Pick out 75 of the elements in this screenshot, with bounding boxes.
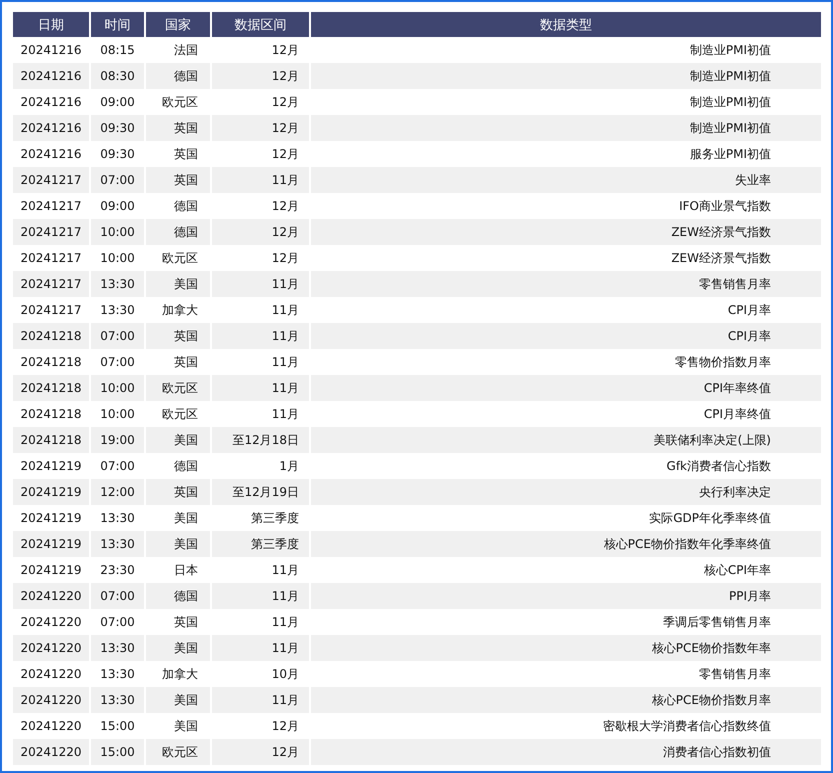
table-cell: 德国 [146, 219, 212, 245]
table-cell: 20241216 [13, 63, 91, 89]
column-header: 时间 [91, 12, 146, 37]
table-cell: 美国 [146, 687, 212, 713]
table-cell: 央行利率决定 [311, 479, 823, 505]
table-cell: PPI月率 [311, 583, 823, 609]
table-cell: 失业率 [311, 167, 823, 193]
table-cell: 15:00 [91, 739, 146, 765]
table-cell: 10:00 [91, 219, 146, 245]
table-cell: 13:30 [91, 531, 146, 557]
column-header: 数据区间 [212, 12, 311, 37]
table-cell: CPI年率终值 [311, 375, 823, 401]
table-cell: 20241220 [13, 687, 91, 713]
table-cell: 英国 [146, 479, 212, 505]
table-cell: 20241220 [13, 583, 91, 609]
table-cell: 20241220 [13, 739, 91, 765]
table-cell: 至12月19日 [212, 479, 311, 505]
table-cell: 13:30 [91, 687, 146, 713]
table-cell: 07:00 [91, 167, 146, 193]
table-cell: 德国 [146, 583, 212, 609]
table-cell: 欧元区 [146, 739, 212, 765]
table-cell: 12:00 [91, 479, 146, 505]
table-cell: 19:00 [91, 427, 146, 453]
table-cell: 13:30 [91, 635, 146, 661]
table-cell: 美国 [146, 271, 212, 297]
table-cell: 11月 [212, 271, 311, 297]
table-cell: 美国 [146, 635, 212, 661]
table-cell: 零售销售月率 [311, 271, 823, 297]
table-cell: 20241219 [13, 531, 91, 557]
table-cell: 美国 [146, 531, 212, 557]
table-cell: 10:00 [91, 375, 146, 401]
column-header: 数据类型 [311, 12, 823, 37]
table-cell: 20241217 [13, 219, 91, 245]
column-header: 国家 [146, 12, 212, 37]
table-cell: 11月 [212, 167, 311, 193]
table-cell: 美联储利率决定(上限) [311, 427, 823, 453]
table-cell: 11月 [212, 635, 311, 661]
table-cell: 20241217 [13, 271, 91, 297]
table-cell: 核心PCE物价指数月率 [311, 687, 823, 713]
table-cell: 消费者信心指数初值 [311, 739, 823, 765]
table-cell: 欧元区 [146, 375, 212, 401]
table-cell: 德国 [146, 63, 212, 89]
table-cell: 11月 [212, 323, 311, 349]
table-cell: 11月 [212, 375, 311, 401]
table-cell: 07:00 [91, 323, 146, 349]
table-cell: 20241219 [13, 479, 91, 505]
table-cell: 第三季度 [212, 531, 311, 557]
table-cell: 13:30 [91, 271, 146, 297]
table-cell: 08:30 [91, 63, 146, 89]
table-cell: 07:00 [91, 583, 146, 609]
table-cell: 制造业PMI初值 [311, 63, 823, 89]
table-cell: ZEW经济景气指数 [311, 219, 823, 245]
table-cell: 11月 [212, 687, 311, 713]
table-cell: 核心PCE物价指数年率 [311, 635, 823, 661]
table-cell: CPI月率 [311, 323, 823, 349]
table-cell: 12月 [212, 739, 311, 765]
table-cell: 09:30 [91, 115, 146, 141]
column-header: 日期 [13, 12, 91, 37]
table-cell: 20241218 [13, 375, 91, 401]
table-cell: 英国 [146, 323, 212, 349]
table-cell: 至12月18日 [212, 427, 311, 453]
table-cell: 12月 [212, 115, 311, 141]
table-cell: 英国 [146, 167, 212, 193]
table-cell: 11月 [212, 583, 311, 609]
table-cell: 20241218 [13, 323, 91, 349]
table-cell: 12月 [212, 63, 311, 89]
table-cell: 20241216 [13, 115, 91, 141]
table-cell: 核心PCE物价指数年化季率终值 [311, 531, 823, 557]
table-cell: 英国 [146, 115, 212, 141]
table-cell: 20241218 [13, 427, 91, 453]
table-cell: 20241217 [13, 167, 91, 193]
table-cell: 美国 [146, 427, 212, 453]
table-cell: 制造业PMI初值 [311, 115, 823, 141]
table-cell: 20241220 [13, 635, 91, 661]
table-cell: 12月 [212, 219, 311, 245]
